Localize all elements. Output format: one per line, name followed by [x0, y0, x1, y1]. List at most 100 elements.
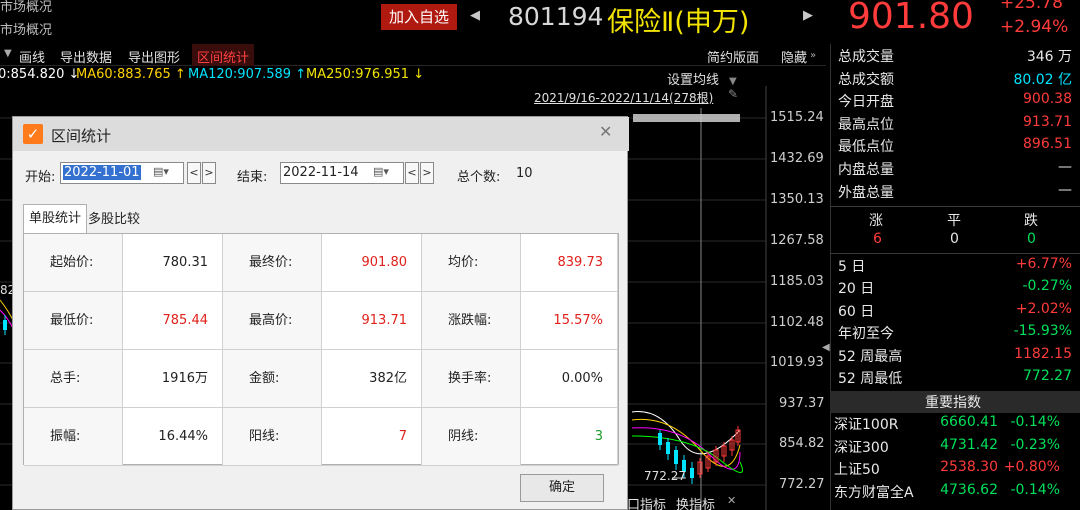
stats-label: 均价: — [422, 234, 521, 292]
stat-label: 外盘总量 — [838, 184, 894, 201]
up-count: 6 — [873, 231, 882, 247]
indicator-tab-2[interactable]: 换指标 — [676, 494, 715, 510]
period-value: +2.02% — [1015, 300, 1072, 317]
stats-label: 金额: — [223, 350, 322, 408]
hide-panel-button[interactable]: 隐藏 — [781, 47, 807, 66]
range-stats-dialog: ✓ 区间统计 ✕ 开始: 2022-11-01 ▤▾ < > 结束: 2022-… — [12, 116, 629, 510]
market-overview-link-2[interactable]: 市场概况 — [0, 19, 52, 38]
dialog-title: 区间统计 — [51, 127, 112, 145]
start-prev-button[interactable]: < — [187, 162, 201, 184]
y-tick: 1019.93 — [770, 355, 824, 370]
period-value: -15.93% — [1013, 323, 1072, 340]
index-pct: -0.23% — [1010, 436, 1060, 453]
prev-stock-icon[interactable]: ◀ — [470, 8, 480, 23]
stats-label: 最终价: — [223, 234, 322, 292]
end-next-button[interactable]: > — [420, 162, 434, 184]
y-tick: 1350.13 — [770, 192, 824, 207]
ma30-value: 0:854.820 ↓ — [0, 67, 80, 82]
stats-label: 总手: — [24, 350, 123, 408]
index-pct: +0.80% — [1003, 459, 1060, 475]
period-value: 1182.15 — [1014, 345, 1072, 362]
price-change: +25.78 — [1000, 0, 1063, 13]
stock-code: 801194 — [508, 2, 604, 31]
close-icon[interactable]: ✕ — [599, 122, 612, 141]
stats-value: 15.57% — [521, 292, 618, 350]
stats-value: 780.31 — [123, 234, 223, 292]
stats-value: 839.73 — [521, 234, 618, 292]
next-stock-icon[interactable]: ▶ — [803, 8, 813, 23]
stat-value: 346 万 — [1026, 49, 1072, 65]
index-name: 深证100R — [834, 417, 899, 433]
start-label: 开始: — [25, 170, 56, 185]
y-tick: 1515.24 — [770, 110, 824, 125]
stat-label: 总成交额 — [838, 71, 894, 88]
export-data-button[interactable]: 导出数据 — [60, 47, 112, 66]
collapse-left-icon[interactable]: ◀ — [822, 342, 830, 353]
ma250-value: MA250:976.951 ↓ — [306, 67, 425, 82]
index-name: 东方财富全A — [834, 484, 914, 501]
end-date-field[interactable]: 2022-11-14 ▤▾ — [280, 162, 404, 184]
stat-label: 内盘总量 — [838, 162, 894, 178]
double-chevron-right-icon[interactable]: » — [810, 50, 816, 61]
y-tick: 1267.58 — [770, 233, 824, 248]
stat-label: 总成交量 — [838, 49, 894, 65]
close-icon[interactable]: ✕ — [727, 494, 736, 507]
end-prev-button[interactable]: < — [405, 162, 419, 184]
indicator-tab-1[interactable]: 口指标 — [627, 494, 666, 510]
stats-value: 16.44% — [123, 408, 223, 466]
index-pct: -0.14% — [1010, 481, 1060, 498]
stats-value: 7 — [322, 408, 422, 466]
stat-value: — — [1058, 181, 1072, 198]
start-date-value: 2022-11-01 — [63, 165, 141, 180]
ma60-value: MA60:883.765 ↑ — [76, 67, 186, 82]
y-tick: 772.27 — [779, 477, 825, 492]
y-tick: 937.37 — [779, 396, 825, 411]
ok-button[interactable]: 确定 — [520, 474, 604, 502]
stats-label: 振幅: — [24, 408, 123, 466]
start-date-field[interactable]: 2022-11-01 ▤▾ — [60, 162, 184, 184]
selection-marker — [633, 114, 740, 122]
stats-label: 阳线: — [223, 408, 322, 466]
period-value: +6.77% — [1015, 256, 1072, 272]
draw-line-button[interactable]: 画线 — [19, 47, 45, 66]
index-value: 4736.62 — [940, 481, 998, 498]
stats-table: 起始价: 780.31 最终价: 901.80 均价: 839.73 最低价: 785.44 最… — [23, 233, 619, 466]
stock-name: 保险Ⅱ(申万) — [607, 7, 750, 38]
market-overview-link[interactable]: 市场概况 — [0, 0, 52, 15]
current-price: 901.80 — [848, 0, 974, 37]
stats-value: 785.44 — [123, 292, 223, 350]
simple-layout-button[interactable]: 简约版面 — [707, 47, 759, 66]
period-label: 5 日 — [838, 259, 866, 275]
y-tick: 1432.69 — [770, 151, 824, 166]
price-change-pct: +2.94% — [1000, 17, 1069, 37]
stats-label: 最高价: — [223, 292, 322, 350]
up-count-label: 涨 — [869, 213, 883, 229]
period-label: 52 周最低 — [838, 371, 903, 387]
y-tick: 1102.48 — [770, 315, 824, 330]
stats-label: 起始价: — [24, 234, 123, 292]
tab-single-stock[interactable]: 单股统计 — [23, 204, 87, 234]
tab-multi-stock[interactable]: 多股比较 — [88, 208, 140, 227]
index-section-title: 重要指数 — [925, 395, 981, 411]
period-label: 52 周最高 — [838, 348, 903, 365]
range-stats-button[interactable]: 区间统计 — [197, 47, 249, 66]
stat-value: 913.71 — [1023, 113, 1072, 130]
count-label: 总个数: — [457, 170, 501, 185]
y-tick: 854.82 — [779, 436, 825, 451]
index-value: 2538.30 — [940, 459, 998, 475]
period-label: 年初至今 — [838, 326, 894, 343]
stats-value: 0.00% — [521, 350, 618, 408]
export-graph-button[interactable]: 导出图形 — [128, 47, 180, 66]
period-value: -0.27% — [1022, 278, 1072, 295]
down-count: 0 — [1027, 231, 1036, 247]
index-name: 深证300 — [834, 439, 889, 456]
add-watchlist-button[interactable]: 加入自选 — [381, 4, 457, 30]
stat-value: — — [1058, 159, 1072, 175]
stat-value: 80.02 亿 — [1013, 71, 1072, 88]
calendar-icon[interactable]: ▤▾ — [373, 165, 389, 178]
caret-down-icon[interactable]: ▼ — [4, 48, 12, 59]
calendar-icon[interactable]: ▤▾ — [153, 165, 169, 178]
period-value: 772.27 — [1023, 368, 1072, 384]
end-label: 结束: — [237, 170, 268, 185]
start-next-button[interactable]: > — [202, 162, 216, 184]
